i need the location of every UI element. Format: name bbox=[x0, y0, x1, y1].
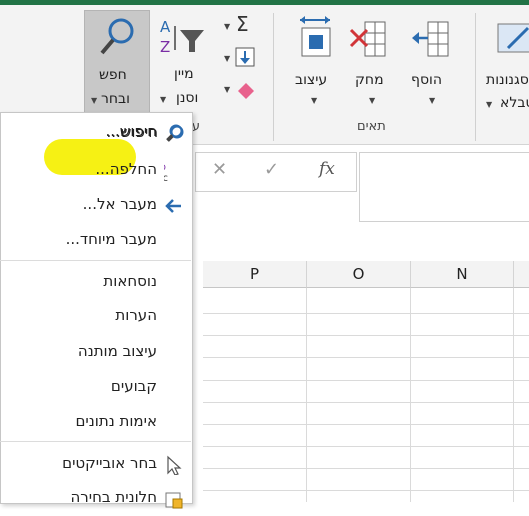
cell-styles-label-2: טבלא bbox=[500, 95, 529, 111]
chevron-down-icon: ▼ bbox=[224, 22, 231, 31]
menu-item-label: בחר אובייקטים bbox=[62, 454, 157, 472]
group-separator bbox=[273, 13, 274, 141]
menu-item-label: מעבר מיוחד... bbox=[65, 230, 157, 248]
cells-group-label: תאים bbox=[357, 119, 386, 134]
menu-item-find[interactable]: חיפוש... bbox=[0, 114, 191, 150]
format-cells-icon bbox=[300, 16, 331, 57]
delete-cells-icon bbox=[349, 21, 386, 57]
svg-text:A: A bbox=[160, 18, 171, 36]
chevron-down-icon: ▼ bbox=[160, 95, 167, 104]
column-header[interactable]: P bbox=[203, 261, 307, 288]
search-icon bbox=[166, 124, 183, 141]
find-select-button[interactable]: חפש ובחר ▼ bbox=[84, 10, 150, 117]
menu-item-selection-pane[interactable]: חלונית בחירה bbox=[0, 480, 191, 516]
column-header[interactable]: N bbox=[411, 261, 514, 288]
menu-item-go-to-special[interactable]: מעבר מיוחד... bbox=[0, 222, 191, 258]
chevron-down-icon: ▼ bbox=[224, 85, 231, 94]
sigma-icon: Σ bbox=[236, 12, 249, 36]
menu-item-constants[interactable]: קבועים bbox=[0, 369, 191, 405]
grid-line bbox=[513, 288, 514, 502]
insert-label: הוסף bbox=[411, 72, 443, 88]
grid-line bbox=[203, 313, 529, 314]
menu-item-label: חיפוש... bbox=[105, 122, 157, 140]
menu-item-formulas[interactable]: נוסחאות bbox=[0, 264, 191, 300]
grid-line bbox=[306, 288, 307, 502]
grid-line bbox=[203, 335, 529, 336]
formula-input[interactable] bbox=[359, 152, 529, 222]
menu-item-label: חלונית בחירה bbox=[70, 488, 158, 506]
selection-pane-icon bbox=[165, 492, 183, 509]
find-select-label-1: חפש bbox=[99, 67, 127, 83]
delete-button[interactable]: מחק ▼ bbox=[343, 10, 403, 115]
format-label: עיצוב bbox=[295, 72, 328, 88]
sort-filter-icon: A Z bbox=[160, 18, 204, 56]
grid-line bbox=[203, 357, 529, 358]
insert-function-icon[interactable]: fx bbox=[319, 159, 335, 179]
format-button[interactable]: עיצוב ▼ bbox=[285, 10, 347, 115]
menu-item-comments[interactable]: הערות bbox=[0, 298, 191, 334]
group-separator bbox=[475, 13, 476, 141]
goto-arrow-icon bbox=[165, 199, 181, 213]
grid-line bbox=[410, 288, 411, 502]
pointer-icon bbox=[167, 455, 182, 475]
chevron-down-icon: ▼ bbox=[429, 96, 436, 105]
enter-icon[interactable]: ✓ bbox=[264, 159, 279, 180]
chevron-down-icon: ▼ bbox=[91, 96, 98, 105]
svg-text:ab: ab bbox=[164, 162, 166, 173]
replace-icon: ab ac bbox=[164, 162, 168, 181]
sort-filter-label-1: מיין bbox=[174, 66, 194, 82]
menu-divider bbox=[0, 260, 191, 261]
menu-item-label: מעבר אל... bbox=[82, 195, 157, 213]
menu-divider bbox=[0, 441, 191, 442]
grid-line bbox=[203, 468, 529, 469]
menu-item-select-objects[interactable]: בחר אובייקטים bbox=[0, 446, 191, 482]
column-header[interactable] bbox=[514, 261, 529, 288]
insert-cells-icon bbox=[412, 21, 449, 57]
sort-filter-button[interactable]: A Z מיין וסנן ▼ bbox=[152, 10, 226, 115]
fill-button[interactable]: ▼ bbox=[222, 44, 258, 70]
chevron-down-icon: ▼ bbox=[486, 100, 493, 109]
grid-line bbox=[203, 424, 529, 425]
svg-text:ac: ac bbox=[164, 173, 168, 181]
menu-item-label: החלפה... bbox=[95, 160, 157, 178]
find-select-menu-items: חיפוש... ab ac החלפה... מעבר אל... מעבר … bbox=[0, 112, 191, 509]
svg-text:Z: Z bbox=[160, 38, 170, 56]
menu-item-data-validation[interactable]: אימות נתונים bbox=[0, 404, 191, 440]
delete-label: מחק bbox=[355, 72, 384, 88]
grid-line bbox=[203, 402, 529, 403]
menu-item-label: הערות bbox=[115, 306, 157, 324]
grid-line bbox=[203, 446, 529, 447]
magnifier-icon bbox=[100, 18, 134, 55]
menu-item-go-to[interactable]: מעבר אל... bbox=[0, 187, 191, 223]
column-header[interactable]: O bbox=[307, 261, 411, 288]
find-select-label-2: ובחר bbox=[101, 91, 130, 107]
sort-filter-label-2: וסנן bbox=[176, 90, 199, 106]
cell-styles-button[interactable]: סגנונות טבלא ▼ bbox=[482, 10, 529, 115]
chevron-down-icon: ▼ bbox=[311, 96, 318, 105]
grid-line bbox=[203, 490, 529, 491]
menu-item-label: קבועים bbox=[110, 377, 157, 395]
chevron-down-icon: ▼ bbox=[369, 96, 376, 105]
eraser-icon bbox=[238, 83, 254, 99]
menu-item-label: נוסחאות bbox=[103, 272, 157, 290]
autosum-button[interactable]: Σ ▼ bbox=[222, 12, 258, 38]
menu-item-replace[interactable]: ab ac החלפה... bbox=[0, 152, 191, 188]
grid-line bbox=[203, 380, 529, 381]
menu-item-label: אימות נתונים bbox=[75, 412, 157, 430]
menu-item-conditional-formatting[interactable]: עיצוב מותנה bbox=[0, 334, 191, 370]
formula-bar-buttons: ✕ ✓ fx bbox=[195, 152, 357, 192]
menu-item-label: עיצוב מותנה bbox=[77, 342, 157, 360]
insert-button[interactable]: הוסף ▼ bbox=[403, 10, 463, 115]
cell-styles-icon bbox=[497, 23, 529, 53]
chevron-down-icon: ▼ bbox=[224, 54, 231, 63]
clear-button[interactable]: ▼ bbox=[222, 75, 258, 101]
fill-down-icon bbox=[235, 47, 255, 67]
cancel-icon[interactable]: ✕ bbox=[212, 159, 227, 180]
cell-styles-label-1: סגנונות bbox=[486, 72, 529, 88]
